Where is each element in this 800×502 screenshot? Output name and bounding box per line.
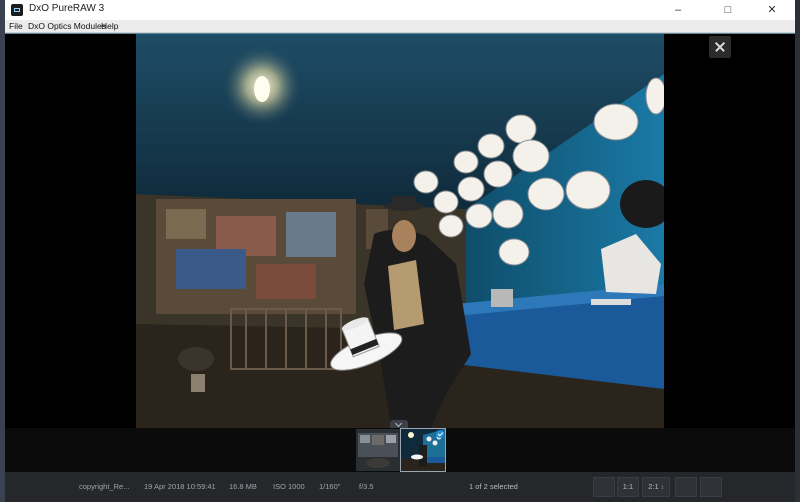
maximize-button[interactable]: □ bbox=[705, 0, 751, 20]
zoom-1-1-button[interactable]: 1:1 bbox=[617, 477, 639, 497]
photo-preview bbox=[136, 34, 664, 428]
menu-file[interactable]: File bbox=[9, 20, 23, 32]
menu-help[interactable]: Help bbox=[101, 20, 118, 32]
file-size: 16.8 MB bbox=[229, 482, 257, 491]
window-title: DxO PureRAW 3 bbox=[29, 3, 105, 14]
shutter-speed: 1/160" bbox=[319, 482, 341, 491]
minimize-button[interactable]: – bbox=[655, 0, 701, 20]
status-bar: copyright_Re... 19 Apr 2018 10:59:41 16.… bbox=[5, 472, 795, 502]
menu-bar: File DxO Optics Modules Help bbox=[5, 20, 795, 33]
previous-icon[interactable] bbox=[593, 477, 615, 497]
thumbnail-2-selected[interactable] bbox=[400, 428, 446, 472]
side-by-side-icon[interactable] bbox=[700, 477, 722, 497]
zoom-ratio-select[interactable]: 2:1 ↕ bbox=[642, 477, 670, 497]
close-viewer-button[interactable] bbox=[709, 36, 731, 58]
selected-check-icon bbox=[436, 430, 444, 438]
title-bar: DxO PureRAW 3 – □ ✕ bbox=[5, 0, 795, 20]
close-window-button[interactable]: ✕ bbox=[749, 0, 795, 20]
compare-icon[interactable] bbox=[675, 477, 697, 497]
menu-dxo-optics-modules[interactable]: DxO Optics Modules bbox=[28, 20, 106, 32]
capture-date: 19 Apr 2018 10:59:41 bbox=[144, 482, 216, 491]
filmstrip bbox=[5, 428, 795, 472]
aperture-value: f/3.5 bbox=[359, 482, 374, 491]
iso-value: ISO 1000 bbox=[273, 482, 305, 491]
collapse-filmstrip-button[interactable] bbox=[390, 420, 408, 428]
file-name: copyright_Re... bbox=[79, 482, 130, 491]
stepper-icon: ↕ bbox=[660, 485, 664, 491]
thumbnail-1[interactable] bbox=[356, 429, 400, 471]
selection-count: 1 of 2 selected bbox=[469, 482, 518, 491]
zoom-ratio-value: 2:1 bbox=[648, 482, 659, 491]
image-viewer bbox=[5, 33, 795, 428]
app-window: DxO PureRAW 3 – □ ✕ File DxO Optics Modu… bbox=[5, 0, 795, 502]
app-logo-icon bbox=[11, 4, 23, 16]
